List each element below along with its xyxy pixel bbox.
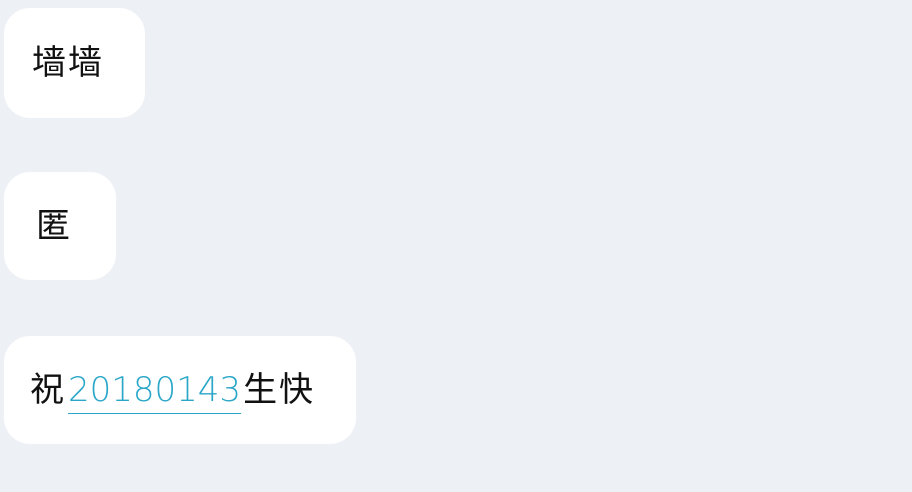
message-text: 墙墙 [32, 43, 104, 83]
message-text: 祝20180143生快 [30, 373, 315, 407]
message-bubble[interactable]: 墙墙 [4, 8, 145, 118]
message-prefix: 祝 [30, 370, 66, 410]
number-link[interactable]: 20180143 [66, 370, 243, 410]
chat-thread: 墙墙 匿 祝20180143生快 [0, 0, 912, 492]
message-bubble[interactable]: 祝20180143生快 [4, 336, 356, 444]
message-suffix: 生快 [243, 370, 316, 410]
message-text: 匿 [36, 206, 72, 246]
message-bubble[interactable]: 匿 [4, 172, 116, 280]
